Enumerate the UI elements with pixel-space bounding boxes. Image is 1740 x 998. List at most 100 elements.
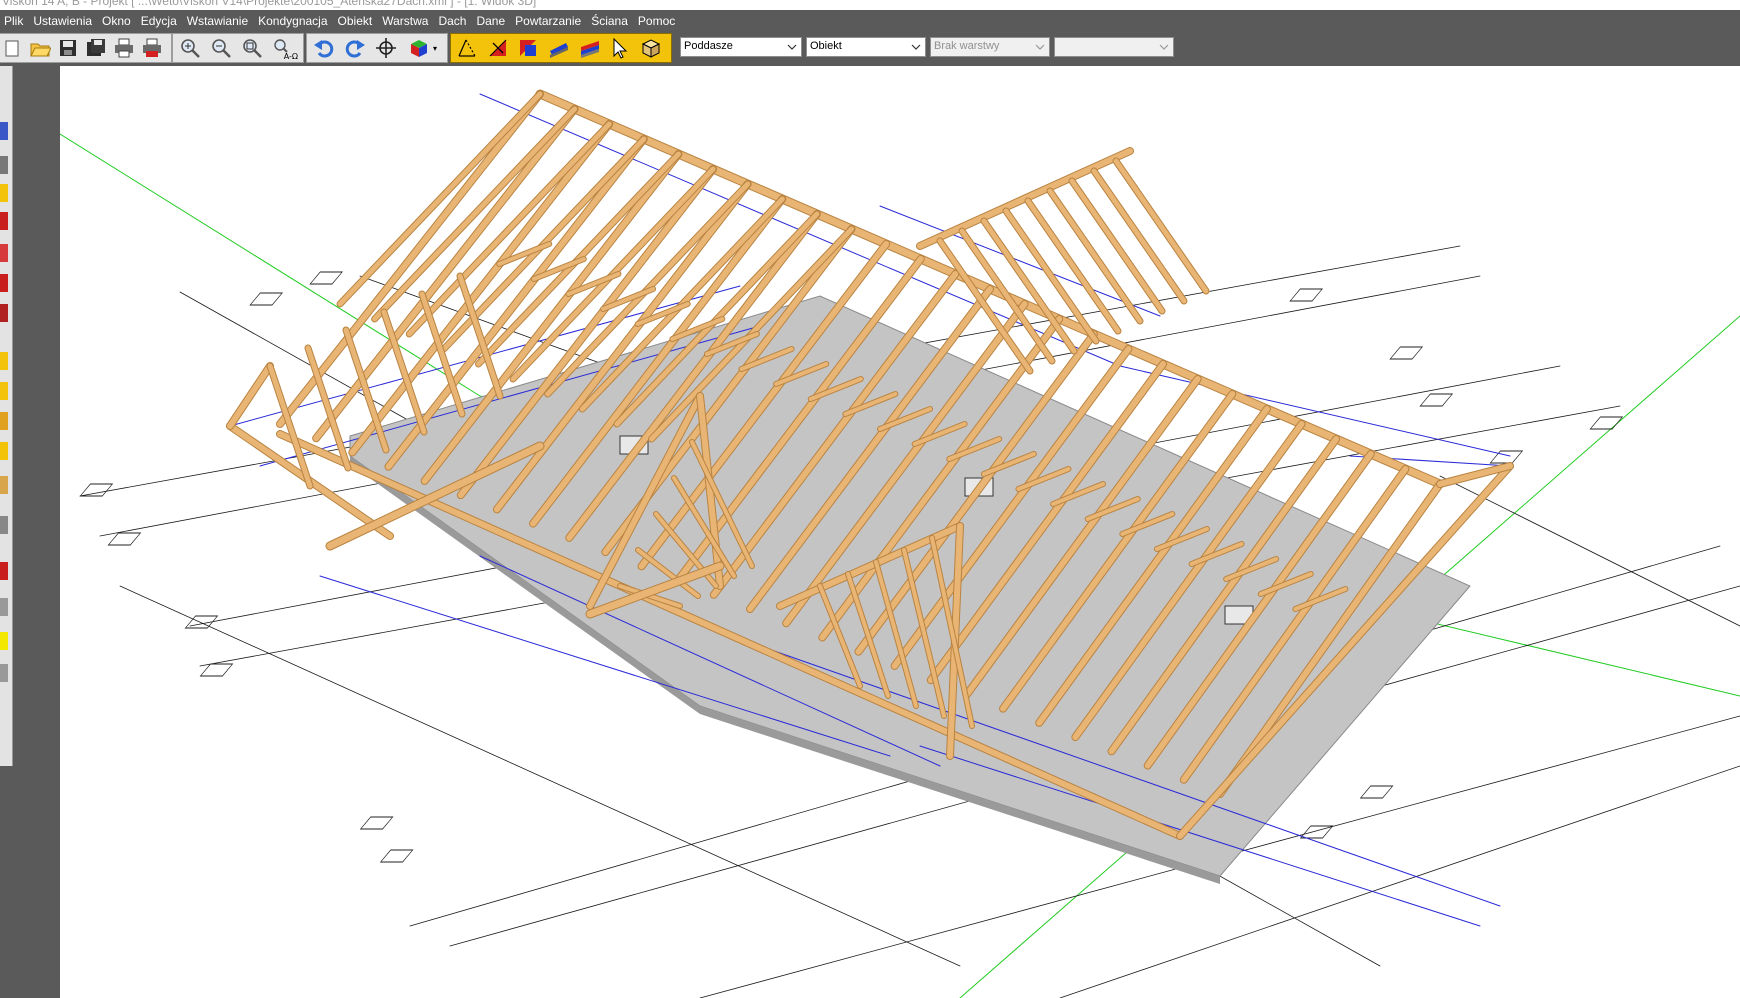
kondygnacja-select[interactable]: Poddasze [680,37,802,57]
left-tool-2[interactable] [0,156,8,174]
zoom-out-icon [211,39,231,58]
print-pdf-button[interactable] [140,35,164,61]
left-tool-3[interactable] [0,184,8,202]
menu-dane[interactable]: Dane [472,14,511,28]
menu-dach[interactable]: Dach [434,14,472,28]
cube-dropdown-arrow[interactable]: ▾ [433,44,437,53]
text-zoom-label: A-Ω [283,52,298,61]
menu-pomoc[interactable]: Pomoc [634,14,681,28]
rafter-back-2 [406,121,612,337]
left-tool-7[interactable] [0,304,8,322]
dimension-marker-13 [1359,785,1394,799]
save-all-icon [87,39,105,56]
zoom-window-icon [242,39,262,58]
left-tool-8[interactable] [0,352,8,370]
cursor-arrow-icon [613,37,628,59]
left-tool-10[interactable] [0,412,8,430]
save-all-button[interactable] [84,35,108,61]
menu-obiekt[interactable]: Obiekt [334,14,379,28]
roof-plane-icon [520,40,537,56]
3d-viewport[interactable] [60,66,1740,998]
left-tool-15[interactable] [0,598,8,616]
rafter-back-0 [337,91,543,307]
warstwa-select[interactable]: Brak warstwy [930,37,1050,57]
new-file-icon [5,40,19,57]
menu-edycja[interactable]: Edycja [137,14,183,28]
crosshair-button[interactable] [372,35,399,61]
roof-tool-4-button[interactable] [546,35,573,61]
menu-kondygnacja[interactable]: Kondygnacja [254,14,333,28]
roof-toolbar-group [450,33,672,63]
dimension-marker-9 [1389,346,1424,360]
dimension-marker-0 [79,483,114,497]
new-file-button[interactable] [0,35,24,61]
roof-rafter-icon [489,39,507,57]
dimension-marker-3 [199,663,234,677]
zoom-out-button[interactable] [207,35,234,61]
menu-warstwa[interactable]: Warstwa [378,14,434,28]
print-button[interactable] [112,35,136,61]
menu-ustawienia[interactable]: Ustawienia [29,14,98,28]
left-tool-14[interactable] [0,562,8,580]
title-bar: Viskon 14 A, B - Projekt [ ...\Weto\Visk… [0,0,1740,10]
zoom-window-button[interactable] [238,35,265,61]
main-toolbar: A-Ω ▾ 3 [0,31,1740,66]
zoom-in-button[interactable] [176,35,203,61]
select-pointer-button[interactable] [607,35,634,61]
left-tool-6[interactable] [0,274,8,292]
left-tool-16[interactable] [0,632,8,650]
obiekt-select-value: Obiekt [810,40,842,52]
roof-tool-5-button[interactable] [576,35,603,61]
cube-label: 3 [401,62,402,63]
extra-select[interactable] [1054,37,1174,57]
obiekt-select[interactable]: Obiekt [806,37,926,57]
roof-tool-1-button[interactable] [454,35,481,61]
chevron-down-icon [1157,40,1171,54]
color-cube-icon [411,40,427,57]
roof-layers-icon [580,41,599,58]
menu-okno[interactable]: Okno [98,14,137,28]
zoom-toolbar-group: A-Ω [172,33,304,63]
dimension-marker-8 [1289,288,1324,302]
dimension-marker-10 [1419,393,1454,407]
axis-green-line [60,133,481,397]
rafter-back-1 [372,106,578,322]
chevron-down-icon [1033,40,1047,54]
left-tool-1[interactable] [0,122,8,140]
secondary-ridge [917,148,1133,249]
menu-plik[interactable]: Plik [0,14,29,28]
chevron-down-icon [785,40,799,54]
left-tool-9[interactable] [0,382,8,400]
menu-wstawianie[interactable]: Wstawianie [183,14,254,28]
redo-button[interactable] [341,35,368,61]
roof-tool-3-button[interactable] [515,35,542,61]
dimension-marker-1 [107,532,142,546]
save-button[interactable] [56,35,80,61]
left-tool-4[interactable] [0,212,8,230]
print-pdf-icon [143,38,161,57]
left-tool-13[interactable] [0,516,8,534]
open-folder-button[interactable] [28,35,52,61]
undo-button[interactable] [310,35,337,61]
floor-slab [349,295,1471,884]
roof-tool-2-button[interactable] [485,35,512,61]
zoom-in-icon [180,39,200,58]
print-icon [115,38,133,58]
menu-bar: Plik Ustawienia Okno Edycja Wstawianie K… [0,10,1740,31]
left-tool-12[interactable] [0,476,8,494]
left-tool-strip [0,66,13,766]
redo-icon [345,40,365,58]
menu-powtarzanie[interactable]: Powtarzanie [511,14,587,28]
left-tool-5[interactable] [0,244,8,262]
left-tool-17[interactable] [0,664,8,682]
menu-sciana[interactable]: Ściana [587,14,634,28]
crosshair-icon [375,38,396,58]
color-cube-button[interactable]: ▾ 3 [401,35,437,63]
open-folder-icon [30,43,51,57]
left-tool-11[interactable] [0,442,8,460]
file-toolbar-group [0,33,172,63]
dimension-marker-4 [359,816,394,830]
text-zoom-button[interactable]: A-Ω [269,35,298,61]
roof-tool-7-button[interactable] [637,35,664,61]
roof-3d-scene[interactable] [60,66,1740,998]
